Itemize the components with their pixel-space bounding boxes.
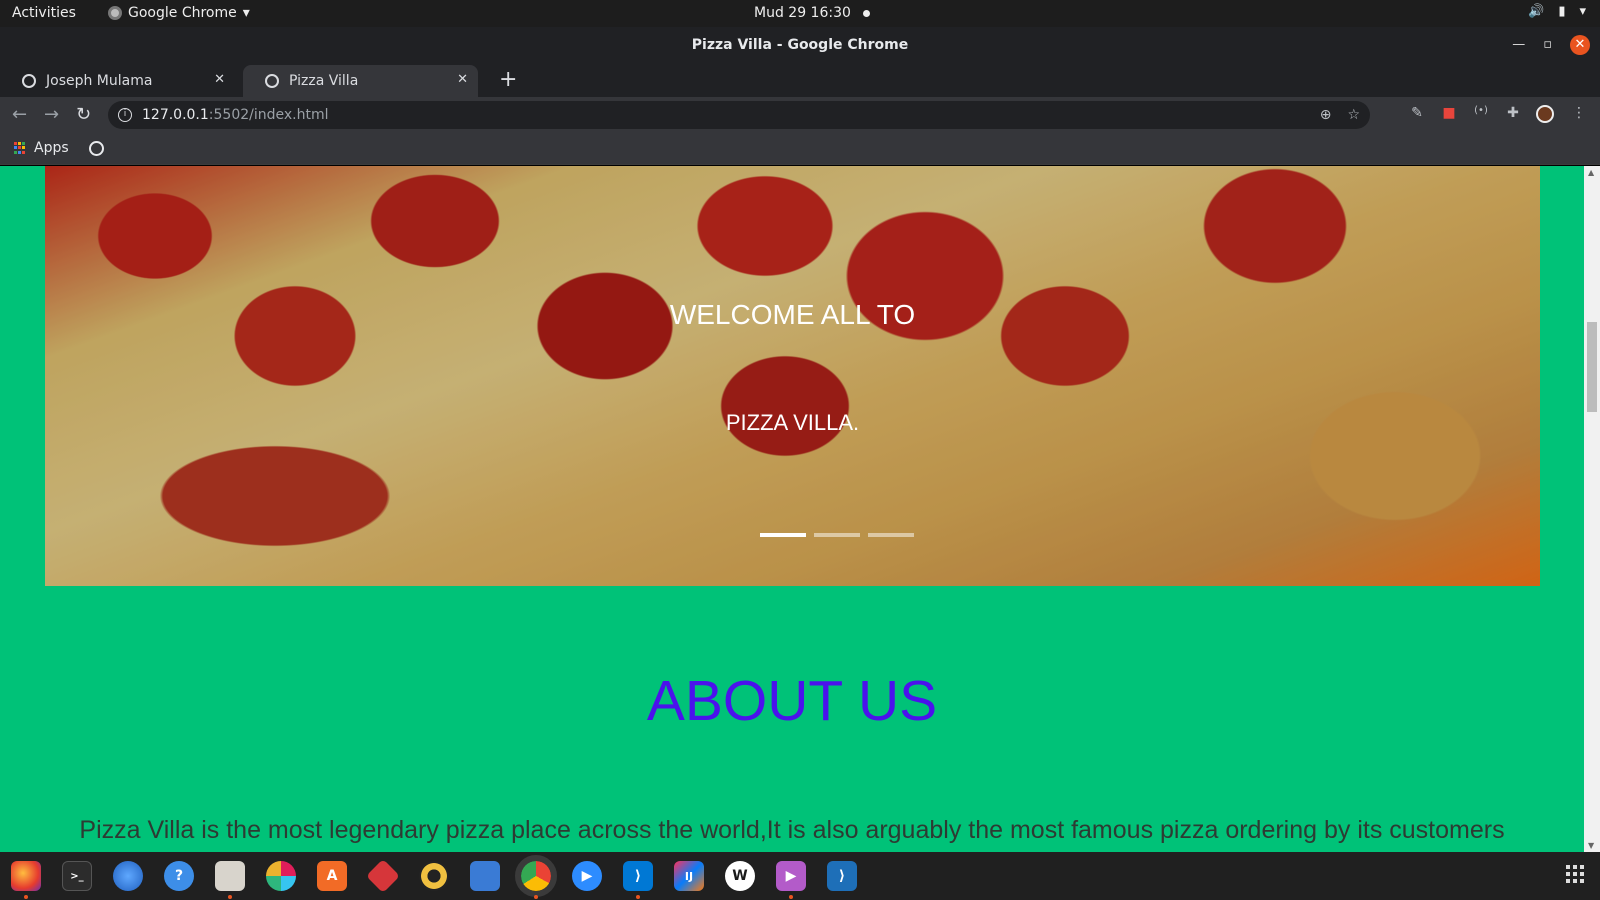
software-center-icon[interactable]: A [317,861,347,891]
globe-icon [22,74,36,88]
bookmark-globe-icon[interactable] [89,141,104,156]
address-bar[interactable]: i 127.0.0.1:5502/index.html ⊕ ☆ [108,101,1370,129]
chrome-icon [108,6,122,20]
tab-label: Pizza Villa [289,73,359,89]
minimize-icon[interactable]: — [1512,27,1525,63]
thunderbird-icon[interactable] [113,861,143,891]
close-tab-icon[interactable]: ✕ [214,72,225,87]
firefox-icon[interactable] [11,861,41,899]
close-tab-icon[interactable]: ✕ [457,72,468,87]
hero-heading: WELCOME ALL TO [669,299,916,330]
tab-joseph-mulama[interactable]: Joseph Mulama ✕ [0,65,235,97]
globe-icon [265,74,279,88]
ubuntu-dock: >_ ? A ▶ ⟩ IJ W ▶ ⟩ [0,852,1600,900]
clock-label: Mud 29 16:30 [754,5,851,21]
chrome-icon[interactable] [515,855,557,899]
hero-carousel[interactable]: WELCOME ALL TO PIZZA VILLA. [45,166,1540,586]
volume-icon: 🔊 [1528,4,1545,19]
activities-button[interactable]: Activities [12,5,76,21]
system-tray[interactable]: 🔊 ▮ ▾ [1528,4,1586,19]
about-us-heading: ABOUT US [646,669,938,733]
git-icon[interactable] [366,859,400,893]
chevron-down-icon: ▾ [242,5,250,21]
extension-pen-icon[interactable]: ✎ [1408,105,1426,123]
tab-pizza-villa[interactable]: Pizza Villa ✕ [243,65,478,97]
scroll-down-icon[interactable]: ▼ [1588,841,1594,850]
url-host: 127.0.0.1 [142,107,209,123]
files-icon[interactable] [215,861,245,899]
libreoffice-writer-icon[interactable]: W [725,861,755,891]
apps-label: Apps [34,140,69,156]
text-editor-icon[interactable] [470,861,500,891]
notification-dot-icon [862,9,870,17]
url-path: :5502/index.html [208,107,329,123]
extension-broadcast-icon[interactable]: (•) [1472,105,1490,123]
show-applications-icon[interactable] [1566,865,1584,883]
browser-toolbar: ← → ↻ i 127.0.0.1:5502/index.html ⊕ ☆ ✎ … [0,97,1600,133]
page-scrollbar[interactable]: ▲ ▼ [1584,166,1600,852]
window-controls: — ▫ ✕ [1512,27,1590,63]
zoom-icon[interactable]: ▶ [572,861,602,891]
battery-icon: ▮ [1558,4,1566,19]
apps-grid-icon [14,142,26,154]
chevron-down-icon: ▾ [1579,4,1586,19]
clock[interactable]: Mud 29 16:30 [754,5,870,21]
window-titlebar: Pizza Villa - Google Chrome — ▫ ✕ [0,27,1600,63]
forward-icon[interactable]: → [44,104,59,125]
hero-overlay [45,166,1540,586]
extensions-puzzle-icon[interactable]: ✚ [1504,105,1522,123]
help-icon[interactable]: ? [164,861,194,891]
tab-strip: Joseph Mulama ✕ Pizza Villa ✕ [0,63,1600,97]
bookmarks-bar: Apps [0,133,1600,165]
reload-icon[interactable]: ↻ [76,104,91,125]
window-title: Pizza Villa - Google Chrome [691,37,909,53]
tab-label: Joseph Mulama [46,73,153,89]
zoom-icon[interactable]: ⊕ [1320,101,1332,129]
app-menu[interactable]: Google Chrome ▾ [108,5,250,21]
carousel-indicators [760,533,914,537]
apps-shortcut[interactable]: Apps [14,140,69,156]
profile-avatar[interactable] [1536,105,1554,123]
more-menu-icon[interactable]: ⋮ [1570,105,1588,123]
rhythmbox-icon[interactable] [419,861,449,891]
vscode-icon[interactable]: ⟩ [623,861,653,899]
about-us-text: Pizza Villa is the most legendary pizza … [79,816,1505,844]
video-player-icon[interactable]: ▶ [776,861,806,899]
carousel-indicator-3[interactable] [868,533,914,537]
app-menu-label: Google Chrome [128,5,237,21]
gnome-top-bar: Activities Google Chrome ▾ Mud 29 16:30 … [0,0,1600,27]
omnibox-actions: ⊕ ☆ [1320,101,1360,129]
new-tab-icon[interactable]: + [499,67,517,92]
extension-record-icon[interactable]: ■ [1440,105,1458,123]
maximize-icon[interactable]: ▫ [1543,27,1552,63]
scrollbar-thumb[interactable] [1587,322,1597,412]
carousel-indicator-2[interactable] [814,533,860,537]
vscode-insiders-icon[interactable]: ⟩ [827,861,857,891]
intellij-icon[interactable]: IJ [674,861,704,891]
carousel-indicator-1[interactable] [760,533,806,537]
scroll-up-icon[interactable]: ▲ [1588,168,1594,177]
terminal-icon[interactable]: >_ [62,861,92,891]
bookmark-star-icon[interactable]: ☆ [1347,101,1360,129]
close-window-icon[interactable]: ✕ [1570,35,1590,55]
slack-icon[interactable] [266,861,296,891]
hero-subheading: PIZZA VILLA. [725,410,860,435]
site-info-icon[interactable]: i [118,108,132,122]
back-icon[interactable]: ← [12,104,27,125]
page-viewport: WELCOME ALL TO PIZZA VILLA. ABOUT US Piz… [0,166,1584,852]
